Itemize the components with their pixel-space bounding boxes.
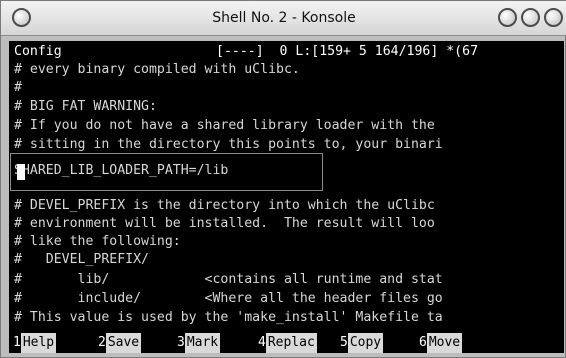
konsole-window: Shell No. 2 - Konsole Config [----] 0 L:…: [0, 0, 566, 358]
editor-line-13[interactable]: # include/ <Where all the header files g…: [14, 290, 443, 308]
editor-line-8[interactable]: # DEVEL_PREFIX is the directory into whi…: [14, 197, 435, 215]
title-bar[interactable]: Shell No. 2 - Konsole: [1, 1, 566, 36]
editor-line-12[interactable]: # lib/ <contains all runtime and stat: [14, 271, 443, 289]
status-filename: Config: [14, 44, 62, 59]
minimize-button[interactable]: [498, 8, 517, 27]
editor-line-10[interactable]: # like the following:: [14, 233, 181, 251]
text-selection-box: [10, 153, 323, 191]
f5-copy-button[interactable]: 5 Copy: [340, 333, 384, 353]
f2-save-label: Save: [105, 333, 142, 353]
f1-help-label: Help: [20, 333, 57, 353]
editor-line-14[interactable]: # This value is used by the 'make_instal…: [14, 309, 443, 327]
close-button[interactable]: [544, 8, 563, 27]
editor-line-5[interactable]: # sitting in the directory this points t…: [14, 136, 443, 154]
terminal-view[interactable]: Config [----] 0 L:[159+ 5 164/196] *(67 …: [9, 41, 564, 353]
f4-replace-label: Replac: [265, 333, 317, 353]
editor-line-9[interactable]: # environment will be installed. The res…: [14, 215, 435, 233]
status-position: [----] 0 L:[159+ 5 164/196] *(67: [216, 44, 479, 59]
editor-line-1[interactable]: # every binary compiled with uClibc.: [14, 61, 300, 79]
f1-help-button[interactable]: 1 Help: [13, 333, 57, 353]
editor-status-bar: Config [----] 0 L:[159+ 5 164/196] *(67: [9, 43, 564, 61]
editor-line-2[interactable]: #: [14, 79, 22, 97]
window-title: Shell No. 2 - Konsole: [212, 10, 356, 26]
f6-move-label: Move: [426, 333, 463, 353]
f5-copy-label: Copy: [347, 333, 384, 353]
f6-move-button[interactable]: 6 Move: [419, 333, 463, 353]
f3-mark-button[interactable]: 3 Mark: [177, 333, 221, 353]
editor-line-4[interactable]: # If you do not have a shared library lo…: [14, 117, 435, 135]
editor-line-3[interactable]: # BIG FAT WARNING:: [14, 98, 157, 116]
text-cursor: [17, 164, 25, 180]
f3-mark-label: Mark: [184, 333, 221, 353]
function-key-bar: 1 Help 2 Save 3 Mark 4 Replac 5 Copy 6 Move: [9, 333, 564, 353]
f4-replace-button[interactable]: 4 Replac: [258, 333, 317, 353]
f2-save-button[interactable]: 2 Save: [98, 333, 142, 353]
maximize-button[interactable]: [521, 8, 540, 27]
editor-line-11[interactable]: # DEVEL_PREFIX/: [14, 251, 149, 269]
